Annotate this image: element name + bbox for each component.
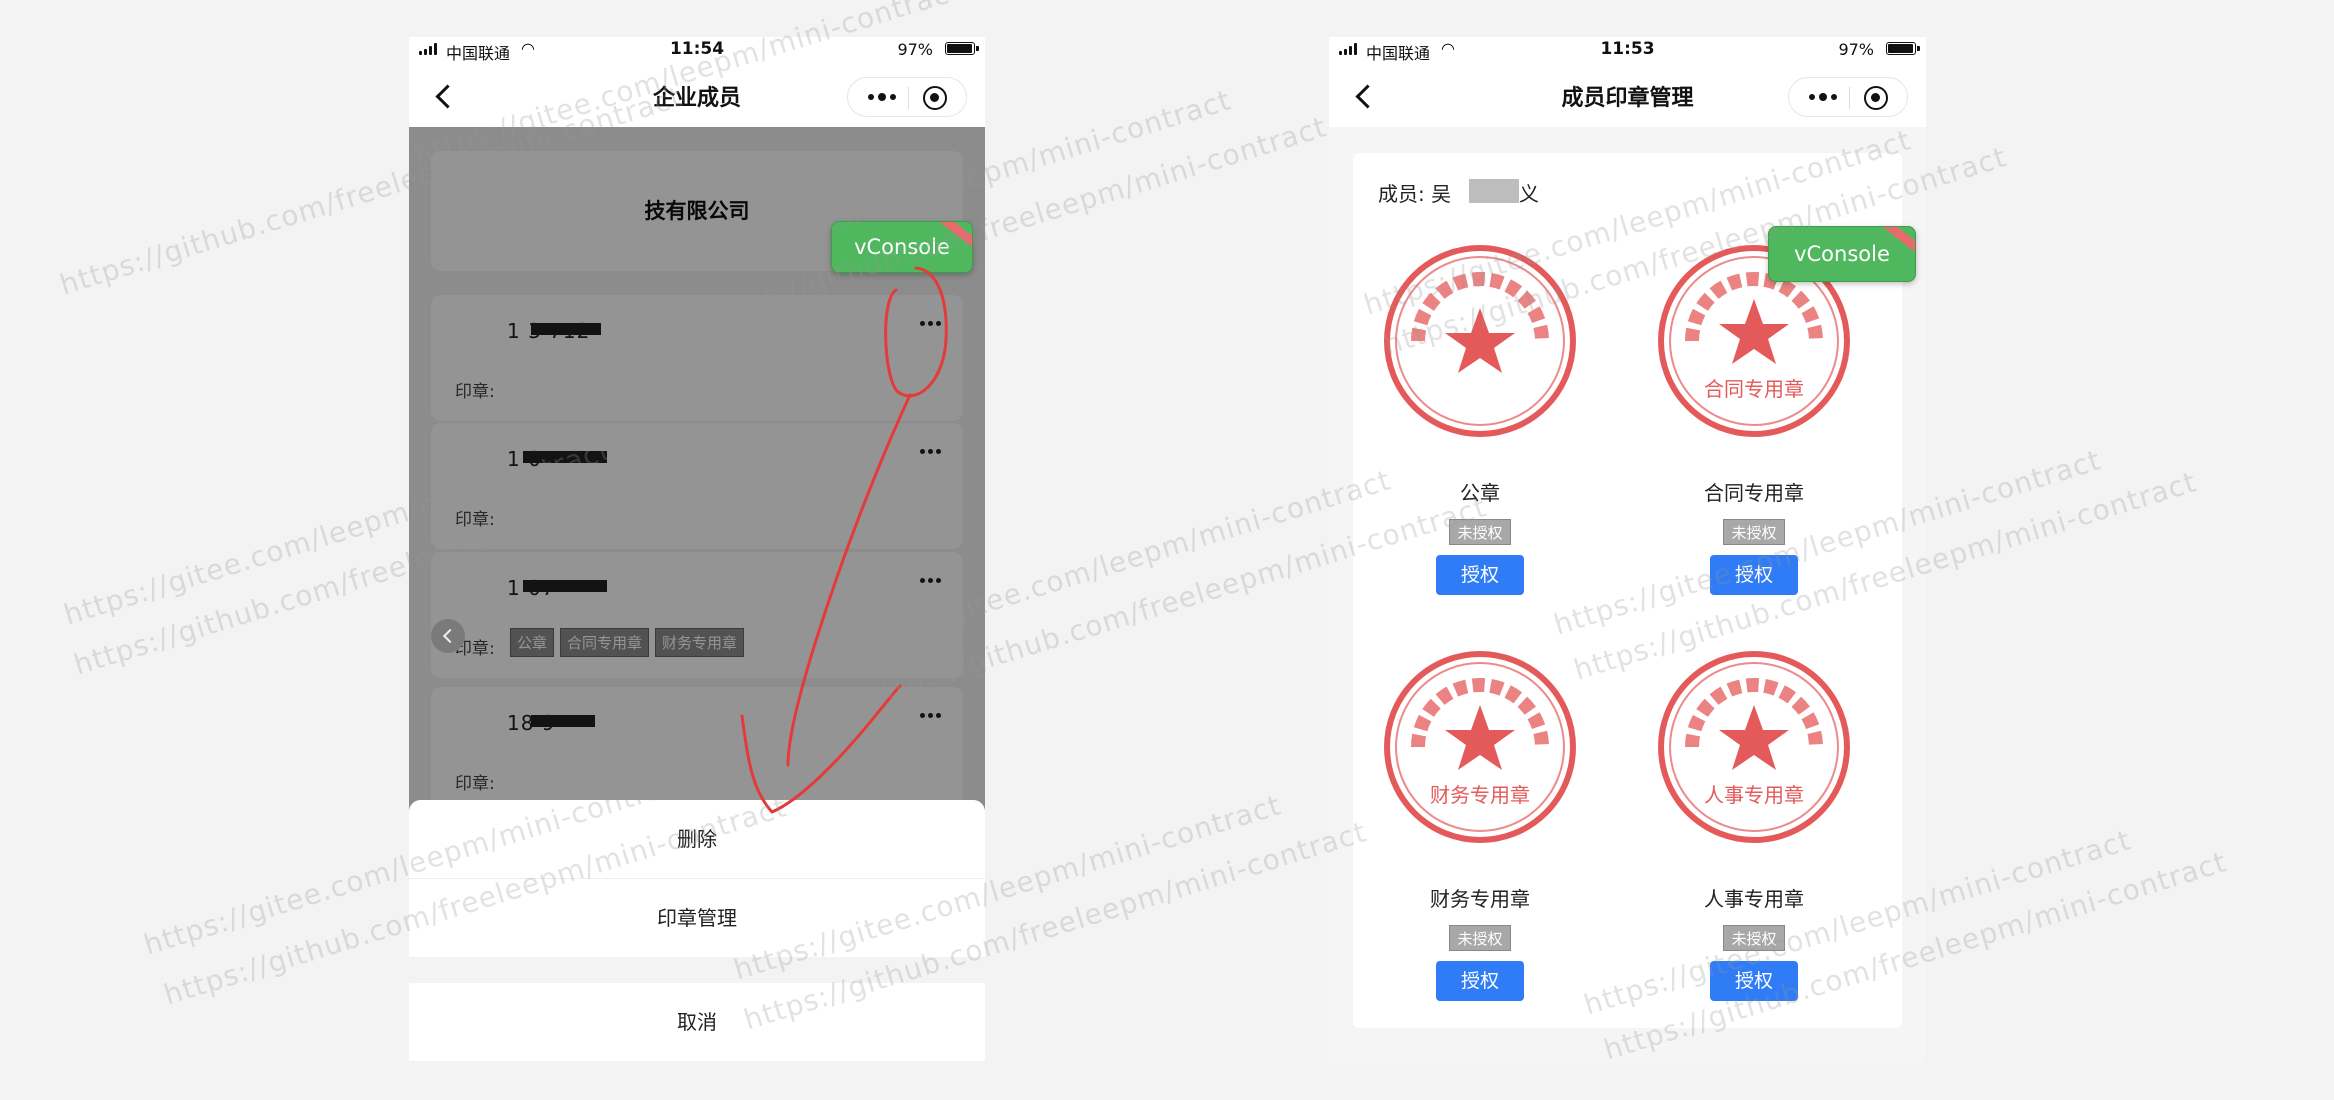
- hand-drawn-annotation: [740, 266, 948, 814]
